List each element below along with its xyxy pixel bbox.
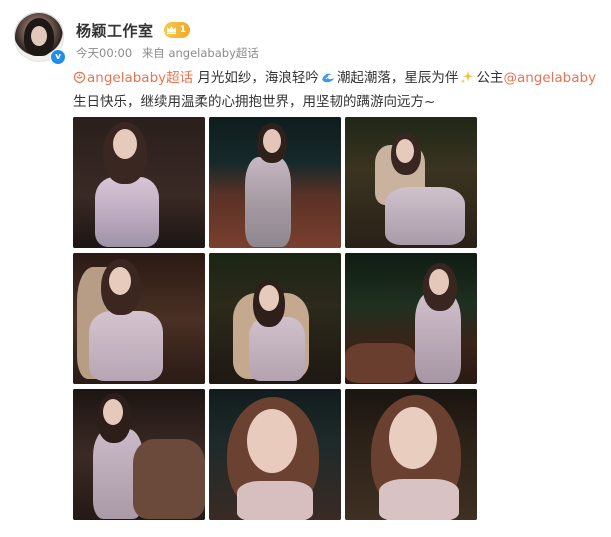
text-part-3: 公主 xyxy=(476,70,504,86)
level-number: 1 xyxy=(179,25,186,35)
post-meta: 今天00:00 来自 angelababy超话 xyxy=(76,45,265,61)
photo-grid xyxy=(73,117,477,522)
photo-thumbnail-1[interactable] xyxy=(73,117,205,248)
weibo-post-card: v 杨颖工作室 1 今天00:00 来自 angelababy超话 angela… xyxy=(0,0,611,537)
text-part-1: 月光如纱，海浪轻吟 xyxy=(193,70,319,86)
photo-thumbnail-7[interactable] xyxy=(73,389,205,520)
verified-badge-icon: v xyxy=(50,49,66,65)
photo-thumbnail-2[interactable] xyxy=(209,117,341,248)
sparkles-emoji-icon xyxy=(461,71,474,84)
post-time[interactable]: 今天00:00 xyxy=(76,46,132,60)
photo-thumbnail-9[interactable] xyxy=(345,389,477,520)
photo-thumbnail-5[interactable] xyxy=(209,253,341,384)
photo-thumbnail-6[interactable] xyxy=(345,253,477,384)
crown-level-icon xyxy=(166,25,177,35)
mention-link[interactable]: @angelababy xyxy=(503,70,596,86)
text-part-2: 潮起潮落，星辰为伴 xyxy=(336,70,459,86)
super-topic-icon xyxy=(73,71,86,84)
post-text: angelababy超话 月光如纱，海浪轻吟 潮起潮落，星辰为伴 公主@ange… xyxy=(73,66,603,114)
text-part-4: 生日快乐，继续用温柔的心拥抱世界，用坚韧的蹒游向远方~ xyxy=(73,94,436,110)
level-badge[interactable]: 1 xyxy=(164,22,190,38)
wave-emoji-icon xyxy=(321,73,334,83)
avatar-face xyxy=(31,26,47,46)
photo-thumbnail-3[interactable] xyxy=(345,117,477,248)
photo-thumbnail-4[interactable] xyxy=(73,253,205,384)
post-source[interactable]: 来自 angelababy超话 xyxy=(142,46,259,60)
topic-link[interactable]: angelababy超话 xyxy=(87,70,193,86)
photo-thumbnail-8[interactable] xyxy=(209,389,341,520)
author-name[interactable]: 杨颖工作室 xyxy=(76,20,154,41)
